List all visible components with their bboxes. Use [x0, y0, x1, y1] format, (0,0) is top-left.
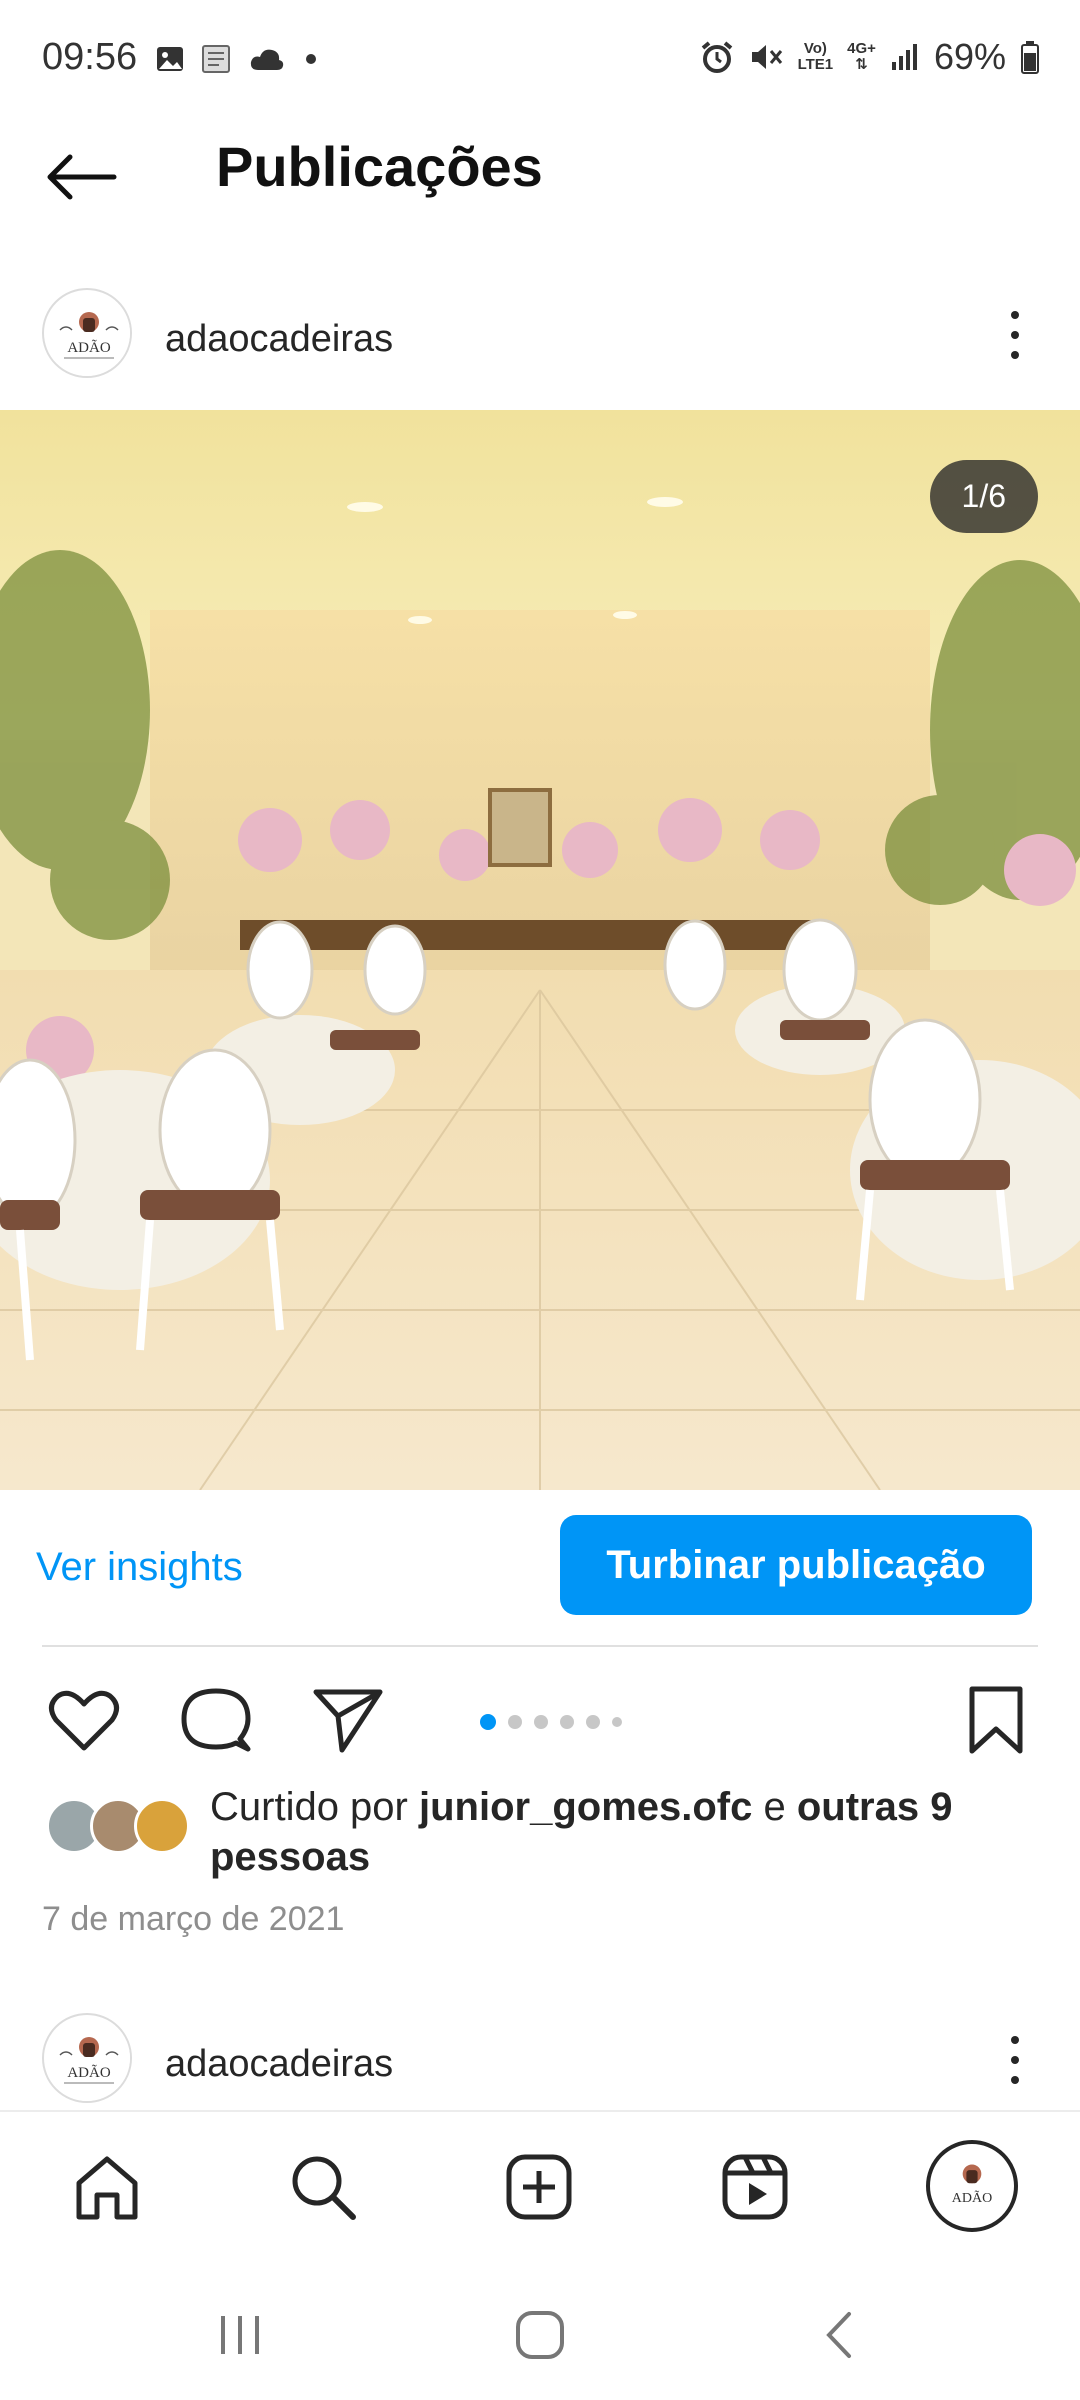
post-actions — [0, 1670, 1080, 1770]
status-right-icons: Vo) LTE1 4G+ ⇅ 69% — [700, 36, 1040, 78]
save-button[interactable] — [956, 1680, 1036, 1760]
gallery-icon — [157, 47, 183, 71]
document-icon — [202, 45, 230, 73]
avatar[interactable]: ADÃO — [42, 2013, 132, 2103]
bookmark-icon — [969, 1686, 1023, 1754]
carousel-dot-active — [480, 1714, 496, 1730]
send-icon — [313, 1689, 383, 1753]
post-date: 7 de março de 2021 — [42, 1900, 345, 1938]
more-dot — [1011, 311, 1019, 319]
boost-post-button[interactable]: Turbinar publicação — [560, 1515, 1032, 1615]
carousel-dot — [508, 1715, 522, 1729]
image-counter: 1/6 — [929, 460, 1038, 533]
carousel-dot — [612, 1717, 622, 1727]
home-icon — [76, 2156, 138, 2220]
adao-logo-icon: ADÃO — [45, 2016, 130, 2101]
page-header: Publicações — [0, 120, 1080, 230]
avatar[interactable]: ADÃO — [42, 288, 132, 378]
comment-icon — [181, 1688, 251, 1752]
liker-avatars — [46, 1798, 190, 1854]
post-username[interactable]: adaocadeiras — [165, 2043, 393, 2086]
more-dot — [1011, 2076, 1019, 2084]
svg-text:ADÃO: ADÃO — [952, 2190, 992, 2206]
comment-button[interactable] — [176, 1680, 256, 1760]
chevron-left-icon — [826, 2312, 851, 2358]
recent-apps-icon — [221, 2316, 259, 2354]
likes-prefix: Curtido por — [210, 1785, 419, 1829]
divider — [42, 1645, 1038, 1647]
data-arrows-icon: ⇅ — [855, 56, 868, 73]
status-time: 09:56 — [42, 36, 138, 78]
likes-connector: e — [752, 1785, 797, 1829]
home-square-icon — [516, 2311, 564, 2359]
like-button[interactable] — [44, 1680, 124, 1760]
nav-home[interactable] — [62, 2142, 152, 2232]
notification-dot-icon — [306, 54, 316, 64]
page-title: Publicações — [216, 135, 543, 198]
recent-apps-button[interactable] — [205, 2300, 275, 2370]
post-image[interactable]: 1/6 — [0, 410, 1080, 1490]
more-dot — [1011, 331, 1019, 339]
status-bar: 09:56 Vo) LTE1 4G+ ⇅ 69% — [0, 0, 1080, 120]
nav-create[interactable] — [494, 2142, 584, 2232]
alarm-icon — [701, 41, 732, 73]
view-insights-link[interactable]: Ver insights — [36, 1545, 243, 1590]
search-icon — [292, 2156, 356, 2220]
more-dot — [1011, 351, 1019, 359]
battery-icon — [1021, 41, 1039, 74]
nav-profile[interactable]: ADÃO — [926, 2140, 1018, 2232]
battery-percent: 69% — [933, 36, 1006, 77]
liker-avatar — [134, 1798, 190, 1854]
heart-icon — [49, 1690, 119, 1751]
event-hall-photo — [0, 410, 1080, 1490]
post-username[interactable]: adaocadeiras — [165, 318, 393, 361]
carousel-indicator — [480, 1714, 622, 1730]
bottom-nav: ADÃO — [0, 2110, 1080, 2260]
nav-reels[interactable] — [710, 2142, 800, 2232]
back-button[interactable] — [42, 142, 122, 212]
home-system-button[interactable] — [505, 2300, 575, 2370]
signal-icon — [891, 44, 917, 70]
data-type-label: 4G+ ⇅ — [847, 40, 876, 73]
next-post-header: ADÃO adaocadeiras — [0, 2005, 1080, 2115]
status-left-icons — [155, 44, 323, 74]
arrow-left-icon — [47, 154, 117, 200]
carousel-dot — [560, 1715, 574, 1729]
adao-logo-icon: ADÃO — [45, 291, 130, 376]
post-header: ADÃO adaocadeiras — [0, 280, 1080, 400]
share-button[interactable] — [308, 1680, 388, 1760]
reels-icon — [722, 2154, 788, 2220]
nav-search[interactable] — [278, 2142, 368, 2232]
more-dot — [1011, 2036, 1019, 2044]
mute-icon — [751, 45, 782, 69]
network-volte-label: Vo) LTE1 — [797, 40, 834, 73]
system-nav-bar — [0, 2260, 1080, 2400]
carousel-dot — [534, 1715, 548, 1729]
carousel-dot — [586, 1715, 600, 1729]
create-icon — [506, 2154, 572, 2220]
insights-row: Ver insights Turbinar publicação — [0, 1515, 1080, 1615]
profile-avatar: ADÃO — [930, 2144, 1014, 2228]
cloud-icon — [250, 49, 284, 70]
likes-section[interactable]: Curtido por junior_gomes.ofc e outras 9 … — [0, 1780, 1080, 1890]
system-back-button[interactable] — [805, 2300, 875, 2370]
svg-text:ADÃO: ADÃO — [67, 340, 110, 356]
likes-text: Curtido por junior_gomes.ofc e outras 9 … — [210, 1782, 1010, 1882]
likes-user[interactable]: junior_gomes.ofc — [419, 1785, 752, 1829]
more-options-button[interactable] — [990, 2025, 1040, 2095]
svg-text:ADÃO: ADÃO — [67, 2065, 110, 2081]
more-dot — [1011, 2056, 1019, 2064]
more-options-button[interactable] — [990, 300, 1040, 370]
